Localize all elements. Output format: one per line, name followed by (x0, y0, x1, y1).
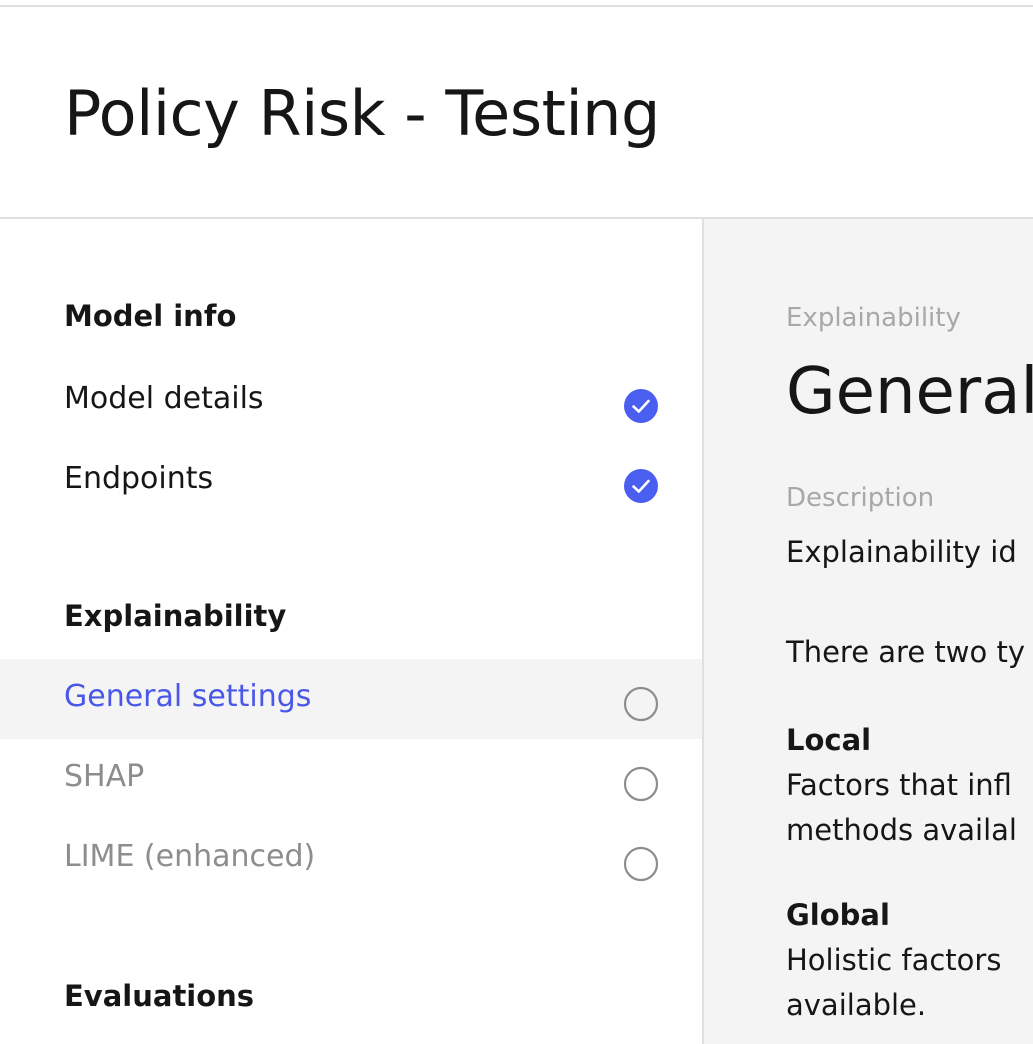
sidebar-item-label: SHAP (64, 759, 145, 794)
local-description-line: methods availal (786, 813, 1017, 847)
section-heading-model-info: Model info (64, 299, 237, 333)
sidebar-item-label: LIME (enhanced) (64, 839, 316, 874)
sidebar-item-model-details[interactable]: Model details (0, 361, 702, 441)
sidebar-item-label: Endpoints (64, 461, 214, 496)
sidebar-item-general-settings[interactable]: General settings (0, 659, 702, 739)
local-title: Local (786, 723, 872, 757)
global-title: Global (786, 898, 890, 932)
description-text: Explainability id (786, 535, 1017, 569)
content-heading: General (786, 355, 1033, 429)
sidebar-item-label: General settings (64, 679, 312, 714)
description-label: Description (786, 483, 935, 513)
circle-outline-icon (623, 686, 659, 722)
section-heading-explainability: Explainability (64, 599, 287, 633)
local-description-line: Factors that infl (786, 768, 1012, 802)
sidebar-item-lime-enhanced[interactable]: LIME (enhanced) (0, 819, 702, 899)
circle-outline-icon (623, 766, 659, 802)
description-types-text: There are two ty (786, 635, 1025, 669)
section-heading-evaluations: Evaluations (64, 979, 255, 1013)
checkmark-filled-icon (624, 389, 658, 423)
section-eyebrow: Explainability (786, 303, 961, 333)
circle-outline-icon (623, 846, 659, 882)
page-header: Policy Risk - Testing (0, 7, 1033, 219)
global-description-line: Holistic factors (786, 943, 1002, 977)
page-title: Policy Risk - Testing (64, 77, 660, 150)
progress-sidebar: Model info Model details Endpoints Expla… (0, 219, 702, 1044)
sidebar-item-label: Model details (64, 381, 264, 416)
checkmark-filled-icon (624, 469, 658, 503)
settings-content-panel: Explainability General Description Expla… (702, 219, 1033, 1044)
sidebar-item-endpoints[interactable]: Endpoints (0, 441, 702, 521)
global-description-line: available. (786, 988, 927, 1022)
sidebar-item-shap[interactable]: SHAP (0, 739, 702, 819)
